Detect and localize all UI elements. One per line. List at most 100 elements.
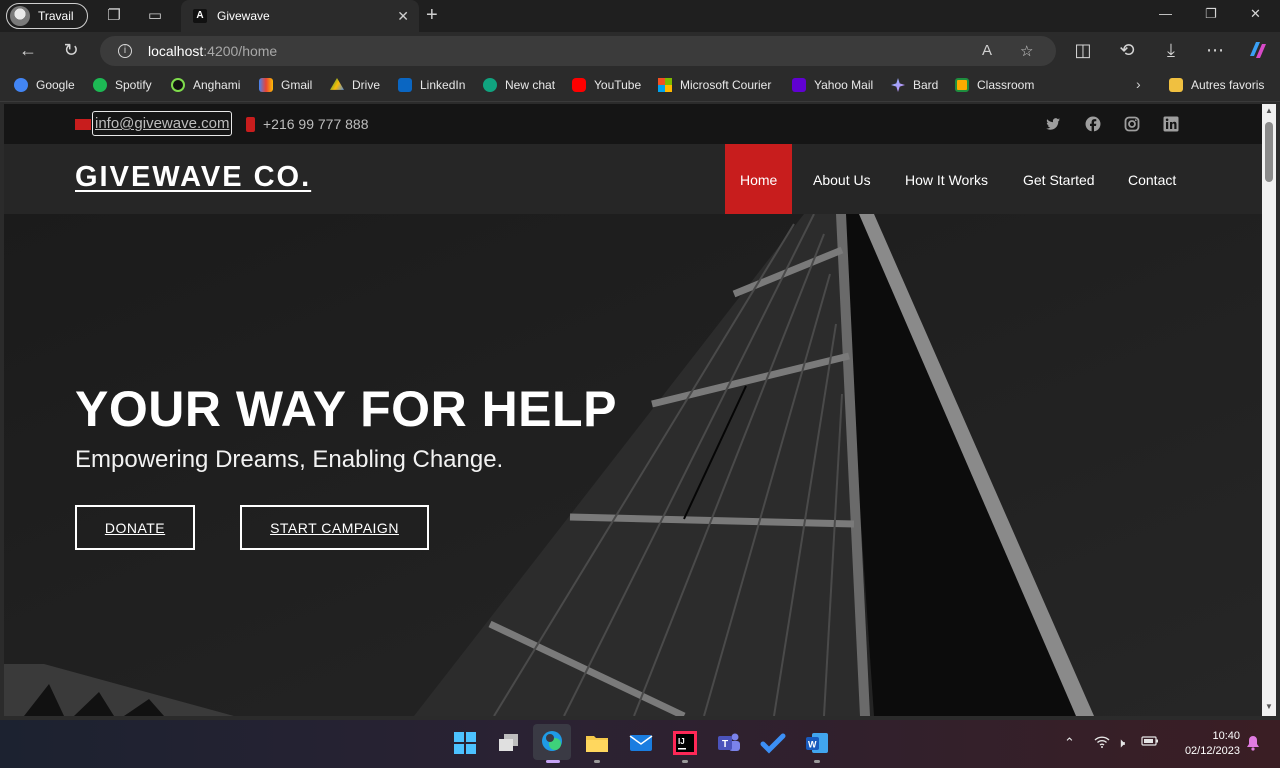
- address-bar[interactable]: i localhost:4200/home A ☆: [100, 36, 1056, 66]
- anghami-icon: [171, 78, 185, 92]
- bookmarks-bar: Google Spotify Anghami Gmail Drive Linke…: [0, 70, 1280, 102]
- intellij-running-indicator: [682, 760, 688, 763]
- bookmark-label: Google: [36, 78, 75, 92]
- show-hidden-icons-icon[interactable]: ⌃: [1064, 735, 1075, 751]
- bookmark-linkedin[interactable]: LinkedIn: [398, 78, 465, 92]
- svg-text:W: W: [808, 740, 817, 750]
- browser-window: Travail ❐ ▭ A Givewave ✕ + — ❐ ✕ ← ↻ i l…: [0, 0, 1280, 720]
- nav-about-us[interactable]: About Us: [798, 144, 886, 214]
- email-link[interactable]: info@givewave.com: [92, 111, 233, 136]
- site-topbar: info@givewave.com +216 99 777 888: [4, 104, 1262, 144]
- history-icon[interactable]: ⟲: [1116, 40, 1138, 61]
- bookmark-label: Spotify: [115, 78, 152, 92]
- more-bookmarks-icon[interactable]: ›: [1136, 76, 1141, 92]
- nav-home[interactable]: Home: [725, 144, 793, 214]
- bookmark-label: Bard: [913, 78, 939, 92]
- restore-icon[interactable]: ❐: [1205, 6, 1217, 22]
- page-scrollbar[interactable]: ▲ ▼: [1262, 104, 1276, 716]
- wifi-icon[interactable]: [1094, 735, 1110, 752]
- task-view-icon[interactable]: [496, 730, 522, 756]
- url-path: :4200/home: [203, 43, 278, 59]
- read-aloud-icon[interactable]: A: [982, 42, 992, 59]
- workspaces-icon[interactable]: ❐: [104, 6, 124, 26]
- notifications-bell-icon[interactable]: [1246, 735, 1260, 754]
- hero-subtitle: Empowering Dreams, Enabling Change.: [75, 446, 504, 473]
- scroll-down-icon[interactable]: ▼: [1264, 702, 1274, 711]
- yahoo-mail-icon: [792, 78, 806, 92]
- edge-taskbar-button[interactable]: [533, 724, 571, 760]
- volume-muted-icon[interactable]: 🕨: [1117, 735, 1125, 751]
- close-window-icon[interactable]: ✕: [1250, 6, 1261, 22]
- tab-givewave[interactable]: A Givewave ✕: [181, 0, 419, 32]
- split-screen-icon[interactable]: ◫: [1072, 40, 1094, 61]
- scrollbar-thumb[interactable]: [1265, 122, 1273, 182]
- mail-icon[interactable]: [628, 730, 654, 756]
- nav-contact[interactable]: Contact: [1113, 144, 1191, 214]
- nav-get-started[interactable]: Get Started: [1008, 144, 1110, 214]
- tab-title: Givewave: [217, 9, 270, 23]
- refresh-icon[interactable]: ↻: [60, 40, 82, 61]
- back-icon[interactable]: ←: [17, 40, 39, 61]
- bookmark-gmail[interactable]: Gmail: [259, 78, 312, 92]
- site-logo[interactable]: GIVEWAVE CO.: [75, 161, 311, 194]
- word-running-indicator: [814, 760, 820, 763]
- bookmark-new-chat[interactable]: New chat: [483, 78, 555, 92]
- google-icon: [14, 78, 28, 92]
- url-host: localhost: [148, 43, 204, 59]
- clock-time: 10:40: [1212, 730, 1240, 742]
- bookmark-microsoft-courier[interactable]: Microsoft Courier: [658, 78, 771, 92]
- drive-icon: [330, 78, 344, 90]
- donate-button[interactable]: DONATE: [75, 505, 195, 550]
- bard-icon: [891, 78, 905, 92]
- word-icon[interactable]: W: [804, 730, 830, 756]
- gmail-icon: [259, 78, 273, 92]
- favorite-star-icon[interactable]: ☆: [1020, 42, 1033, 60]
- classroom-icon: [955, 78, 969, 92]
- navigation-bar: ← ↻ i localhost:4200/home A ☆ ◫ ⟲ ⤓ ⋯: [0, 32, 1280, 70]
- intellij-icon[interactable]: IJ: [672, 730, 698, 756]
- nav-how-it-works[interactable]: How It Works: [890, 144, 1003, 214]
- edge-icon: [542, 731, 562, 751]
- angular-favicon-icon: A: [193, 9, 207, 23]
- facebook-icon[interactable]: [1085, 116, 1101, 132]
- bookmark-bard[interactable]: Bard: [891, 78, 938, 92]
- taskbar: IJ T W ⌃ 🕨 10:40 02/12/2023: [0, 720, 1280, 768]
- spotify-icon: [93, 78, 107, 92]
- battery-icon[interactable]: [1141, 735, 1159, 750]
- tab-actions-icon[interactable]: ▭: [145, 6, 165, 26]
- profile-label: Travail: [38, 9, 74, 23]
- file-explorer-icon[interactable]: [584, 730, 610, 756]
- new-tab-button[interactable]: +: [426, 4, 438, 27]
- start-campaign-button[interactable]: START CAMPAIGN: [240, 505, 429, 550]
- instagram-icon[interactable]: [1124, 116, 1140, 132]
- bookmark-google[interactable]: Google: [14, 78, 75, 92]
- linkedin-icon[interactable]: [1163, 116, 1179, 132]
- bookmark-drive[interactable]: Drive: [330, 78, 380, 92]
- system-clock[interactable]: 10:40 02/12/2023: [1170, 729, 1240, 759]
- bookmark-label: Gmail: [281, 78, 313, 92]
- folder-icon: [1169, 78, 1183, 92]
- bookmark-label: YouTube: [594, 78, 642, 92]
- title-bar: Travail ❐ ▭ A Givewave ✕ + — ❐ ✕: [0, 0, 1280, 32]
- bookmark-yahoo-mail[interactable]: Yahoo Mail: [792, 78, 873, 92]
- teams-icon[interactable]: T: [716, 730, 742, 756]
- bookmark-anghami[interactable]: Anghami: [171, 78, 240, 92]
- bookmark-label: Microsoft Courier: [680, 78, 772, 92]
- bookmark-youtube[interactable]: YouTube: [572, 78, 641, 92]
- windows-start-icon[interactable]: [452, 730, 478, 756]
- bookmark-spotify[interactable]: Spotify: [93, 78, 152, 92]
- minimize-icon[interactable]: —: [1159, 6, 1172, 21]
- site-info-icon[interactable]: i: [118, 44, 132, 58]
- scroll-up-icon[interactable]: ▲: [1264, 106, 1274, 115]
- downloads-icon[interactable]: ⤓: [1160, 40, 1182, 61]
- close-tab-icon[interactable]: ✕: [397, 8, 409, 25]
- bookmark-classroom[interactable]: Classroom: [955, 78, 1034, 92]
- profile-button[interactable]: Travail: [6, 3, 88, 29]
- todo-icon[interactable]: [760, 730, 786, 756]
- phone-icon: [246, 117, 255, 132]
- other-favorites-folder[interactable]: Autres favoris: [1169, 78, 1264, 92]
- copilot-icon[interactable]: [1246, 38, 1268, 67]
- more-menu-icon[interactable]: ⋯: [1204, 40, 1226, 61]
- bookmark-label: Classroom: [977, 78, 1035, 92]
- twitter-icon[interactable]: [1045, 116, 1061, 132]
